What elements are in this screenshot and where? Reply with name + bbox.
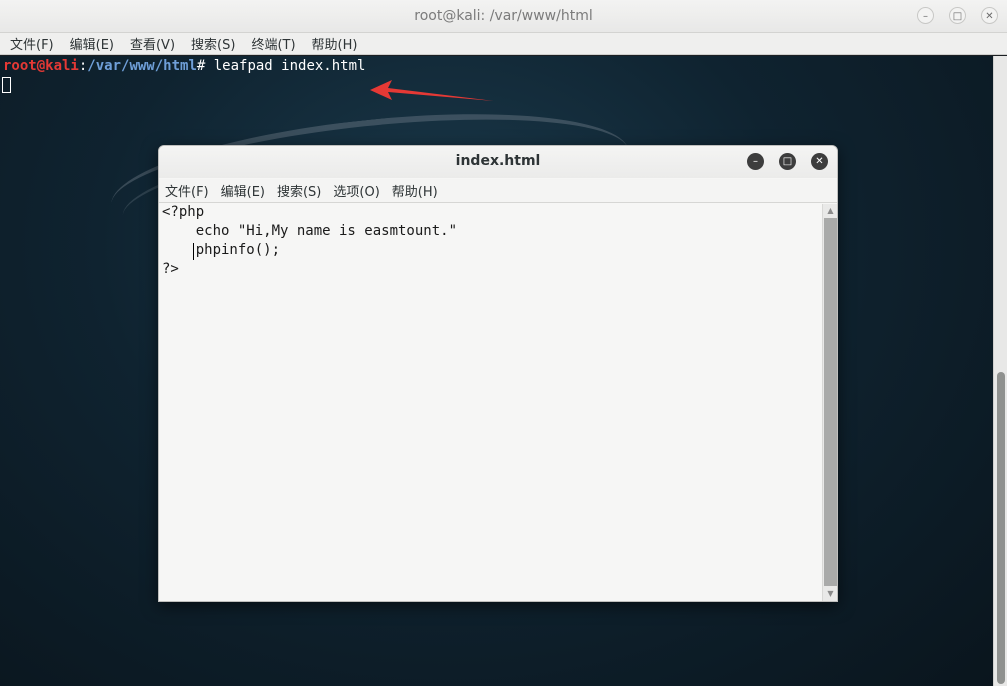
menu-view[interactable]: 查看(V) [130,34,175,53]
scroll-up-icon[interactable]: ▲ [823,205,837,217]
editor-line: phpinfo(); [162,242,281,258]
prompt-user: root@kali [3,58,79,74]
leafpad-menu-search[interactable]: 搜索(S) [277,181,321,200]
maximize-icon[interactable]: □ [779,153,796,170]
terminal-scrollbar[interactable] [993,56,1007,686]
minimize-icon[interactable]: – [747,153,764,170]
editor-line: <?php [162,204,205,220]
prompt-path: /var/www/html [87,58,197,74]
terminal-scrollbar-thumb[interactable] [997,372,1005,684]
scroll-down-icon[interactable]: ▼ [823,588,837,600]
terminal-title: root@kali: /var/www/html [414,8,593,24]
prompt-symbol: # [196,58,214,74]
terminal-command: leafpad index.html [213,58,366,74]
editor-line: echo "Hi,My name is easmtount." [162,223,458,239]
leafpad-menu-file[interactable]: 文件(F) [165,181,209,200]
leafpad-title: index.html [455,153,541,169]
leafpad-titlebar[interactable]: index.html – □ ✕ [159,146,837,178]
terminal-menubar: 文件(F) 编辑(E) 查看(V) 搜索(S) 终端(T) 帮助(H) [0,33,1007,55]
editor-line: ?> [162,261,179,277]
menu-edit[interactable]: 编辑(E) [70,34,114,53]
menu-help[interactable]: 帮助(H) [312,34,358,53]
leafpad-menu-help[interactable]: 帮助(H) [392,181,438,200]
leafpad-menu-edit[interactable]: 编辑(E) [221,181,265,200]
menu-terminal[interactable]: 终端(T) [251,34,295,53]
leafpad-scrollbar[interactable]: ▲ ▼ [822,204,837,601]
menu-search[interactable]: 搜索(S) [191,34,235,53]
text-editor-area[interactable]: <?php echo "Hi,My name is easmtount." ph… [159,204,822,601]
close-icon[interactable]: ✕ [981,7,998,24]
close-icon[interactable]: ✕ [811,153,828,170]
leafpad-menubar: 文件(F) 编辑(E) 搜索(S) 选项(O) 帮助(H) [159,179,837,203]
minimize-icon[interactable]: – [917,7,934,24]
menu-file[interactable]: 文件(F) [10,34,54,53]
terminal-titlebar[interactable]: root@kali: /var/www/html – □ ✕ [0,0,1007,33]
terminal-cursor [2,77,11,93]
leafpad-scrollbar-thumb[interactable] [824,218,837,586]
terminal-prompt-line: root@kali:/var/www/html# leafpad index.h… [3,58,365,74]
leafpad-menu-options[interactable]: 选项(O) [333,181,379,200]
maximize-icon[interactable]: □ [949,7,966,24]
annotation-arrow-icon [370,80,494,101]
text-caret [193,243,194,260]
leafpad-window: index.html – □ ✕ 文件(F) 编辑(E) 搜索(S) 选项(O)… [158,145,838,602]
